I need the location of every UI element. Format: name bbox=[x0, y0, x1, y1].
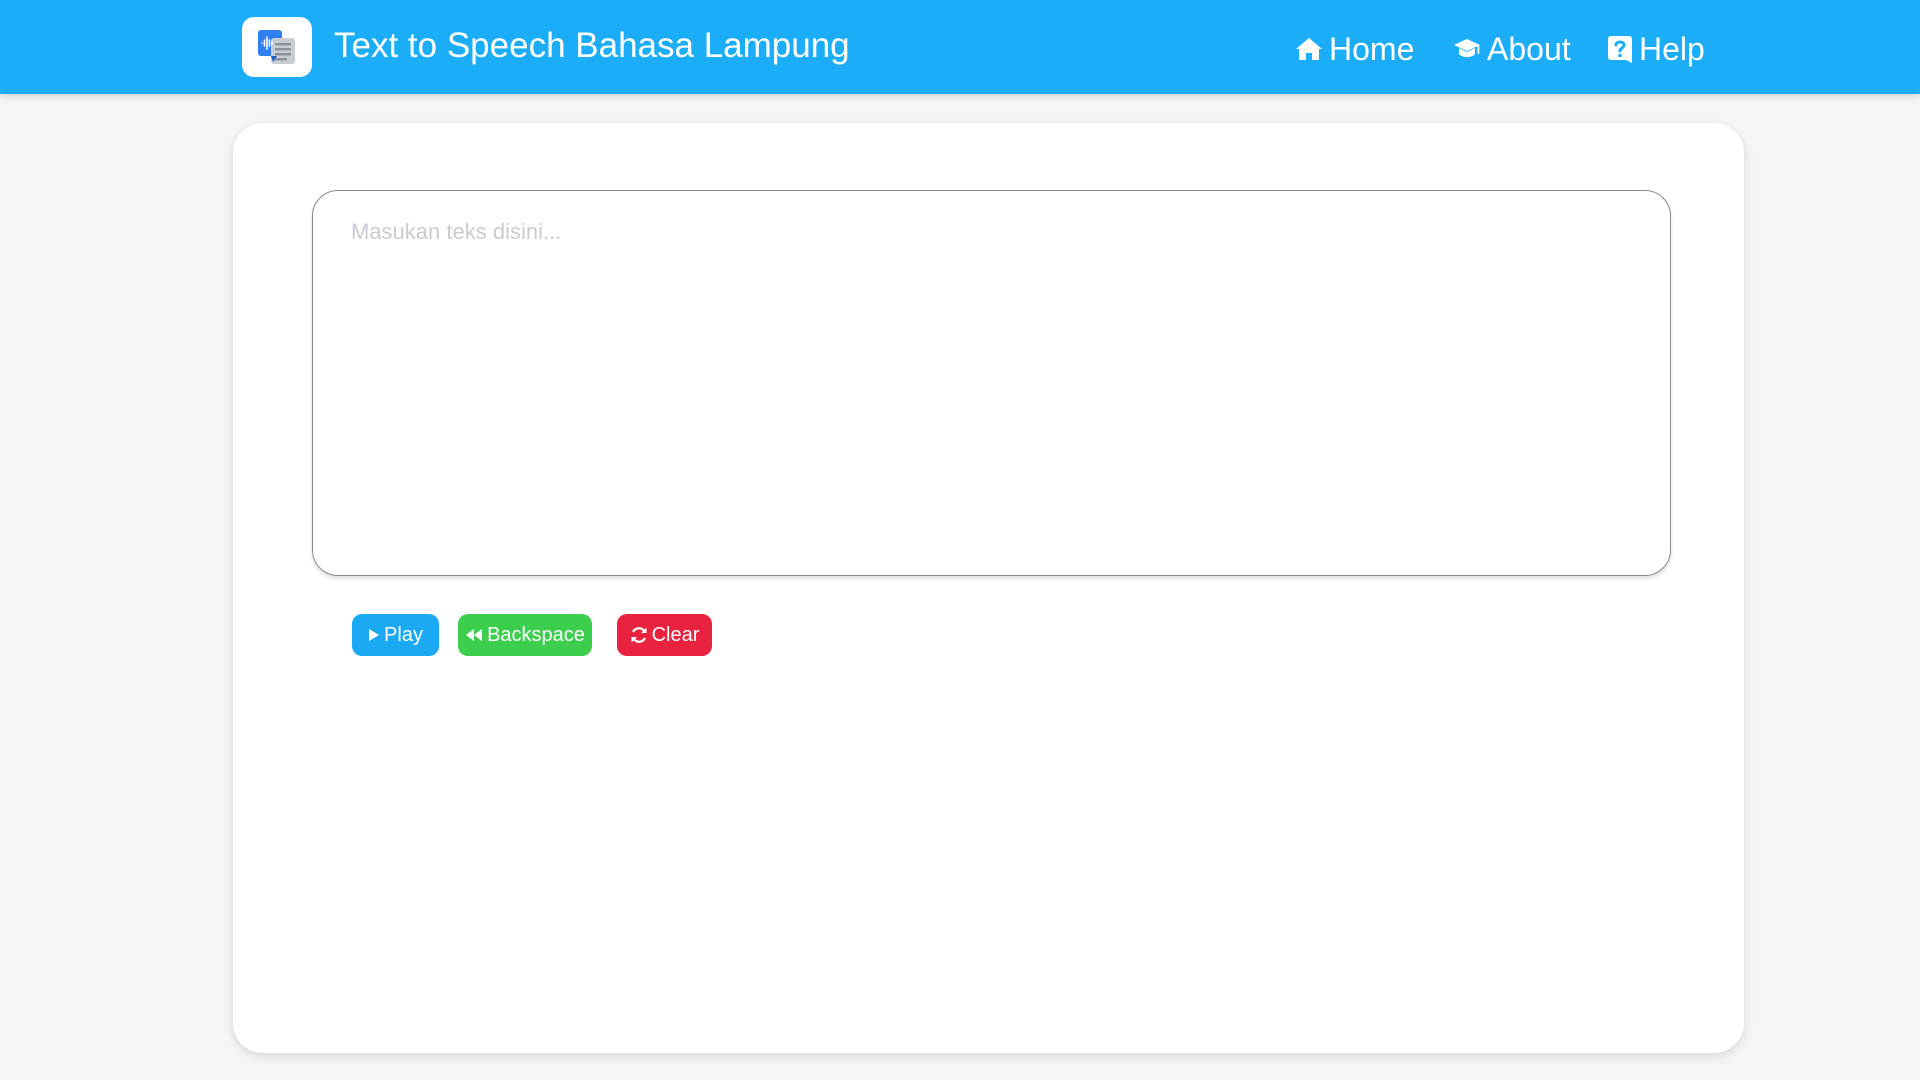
play-icon bbox=[368, 628, 380, 642]
graduation-cap-icon bbox=[1453, 36, 1481, 62]
brand-logo[interactable] bbox=[242, 17, 312, 77]
question-square-icon bbox=[1607, 35, 1633, 63]
nav-link-label: Home bbox=[1329, 30, 1415, 67]
main-card: Play Backspace Clear bbox=[233, 123, 1744, 1053]
clear-button-label: Clear bbox=[651, 623, 700, 646]
text-to-speech-logo-icon bbox=[258, 30, 295, 64]
refresh-icon bbox=[630, 626, 648, 644]
nav-link-about[interactable]: About bbox=[1453, 26, 1571, 72]
nav-link-label: Help bbox=[1639, 30, 1705, 67]
clear-button[interactable]: Clear bbox=[617, 614, 712, 656]
backspace-button[interactable]: Backspace bbox=[458, 614, 592, 656]
backspace-button-label: Backspace bbox=[487, 623, 585, 646]
rewind-icon bbox=[465, 628, 483, 642]
home-icon bbox=[1295, 36, 1323, 62]
brand-title: Text to Speech Bahasa Lampung bbox=[334, 26, 850, 65]
nav-link-help[interactable]: Help bbox=[1607, 26, 1705, 72]
play-button-label: Play bbox=[384, 623, 423, 646]
text-input[interactable] bbox=[312, 190, 1671, 576]
play-button[interactable]: Play bbox=[352, 614, 439, 656]
nav-link-label: About bbox=[1487, 30, 1571, 67]
navbar: Text to Speech Bahasa Lampung Home About bbox=[0, 0, 1920, 94]
nav-link-home[interactable]: Home bbox=[1295, 26, 1414, 72]
